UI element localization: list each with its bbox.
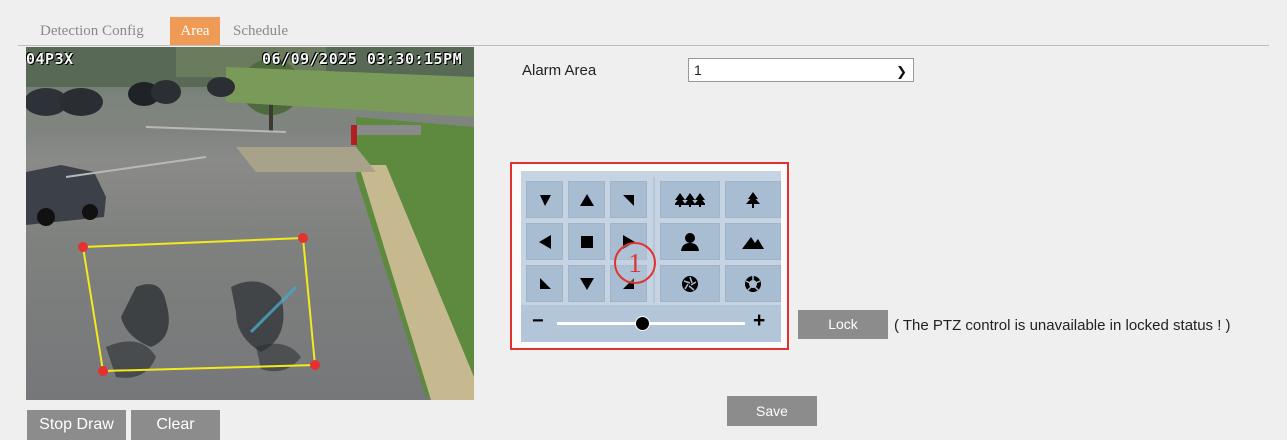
arrow-down-left-icon[interactable] bbox=[526, 265, 563, 302]
ptz-divider bbox=[653, 177, 655, 303]
focus-near-person-icon[interactable] bbox=[660, 223, 720, 260]
zoom-out-trees-icon[interactable] bbox=[660, 181, 720, 218]
arrow-down-icon[interactable] bbox=[568, 265, 605, 302]
iris-open-icon[interactable] bbox=[725, 265, 781, 302]
lock-status-note: ( The PTZ control is unavailable in lock… bbox=[894, 317, 1231, 334]
tab-divider bbox=[18, 45, 1269, 46]
tab-schedule[interactable]: Schedule bbox=[225, 17, 296, 45]
camera-scene bbox=[26, 47, 474, 400]
osd-camera-name: 04P3X bbox=[26, 50, 74, 68]
alarm-area-select[interactable]: 1 ❯ bbox=[688, 58, 914, 82]
tab-area[interactable]: Area bbox=[170, 17, 220, 45]
save-button[interactable]: Save bbox=[727, 396, 817, 426]
zoom-slider[interactable]: − + bbox=[521, 305, 781, 342]
lock-button[interactable]: Lock bbox=[798, 310, 888, 339]
tab-bar: Detection Config Area Schedule bbox=[0, 0, 1287, 46]
arrow-left-icon[interactable] bbox=[526, 223, 563, 260]
stop-icon[interactable] bbox=[568, 223, 605, 260]
arrow-up-icon[interactable] bbox=[568, 181, 605, 218]
arrow-up-right-icon[interactable] bbox=[610, 181, 647, 218]
video-preview[interactable]: 04P3X 06/09/2025 03:30:15PM bbox=[26, 47, 474, 400]
arrow-up-left-icon[interactable] bbox=[526, 181, 563, 218]
clear-button[interactable]: Clear bbox=[131, 410, 220, 440]
callout-number-badge: 1 bbox=[614, 242, 656, 284]
zoom-plus-icon[interactable]: + bbox=[753, 309, 765, 333]
iris-close-icon[interactable] bbox=[660, 265, 720, 302]
zoom-slider-handle[interactable] bbox=[634, 316, 650, 331]
chevron-down-icon: ❯ bbox=[896, 64, 907, 79]
zoom-in-tree-icon[interactable] bbox=[725, 181, 781, 218]
alarm-area-value: 1 bbox=[694, 62, 702, 78]
zoom-slider-track[interactable] bbox=[557, 322, 745, 325]
stop-draw-button[interactable]: Stop Draw bbox=[27, 410, 126, 440]
focus-far-mountain-icon[interactable] bbox=[725, 223, 781, 260]
alarm-area-label: Alarm Area bbox=[522, 62, 597, 79]
zoom-minus-icon[interactable]: − bbox=[532, 310, 544, 333]
tab-detection-config[interactable]: Detection Config bbox=[32, 17, 152, 45]
osd-timestamp: 06/09/2025 03:30:15PM bbox=[262, 50, 463, 68]
